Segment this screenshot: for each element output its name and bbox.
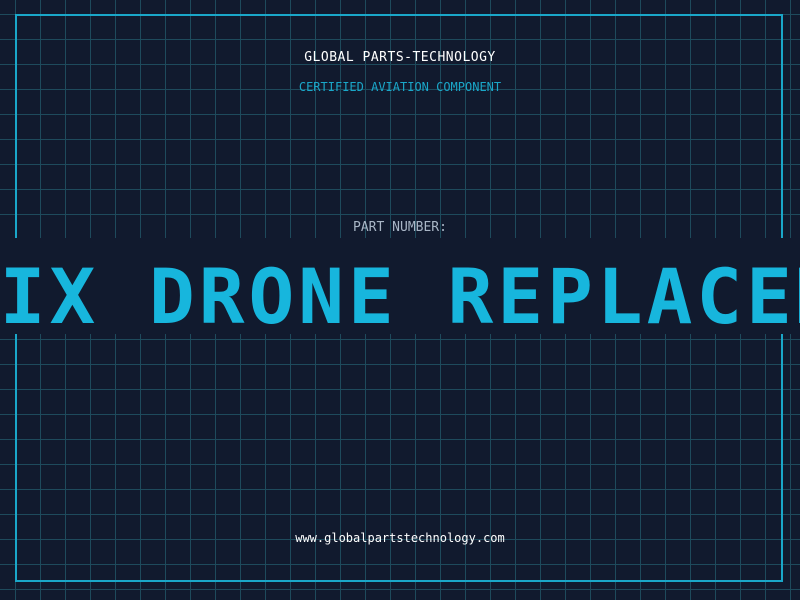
website-url: www.globalpartstechnology.com (295, 531, 505, 545)
part-number-label: PART NUMBER: (353, 220, 447, 235)
certification-tagline: CERTIFIED AVIATION COMPONENT (298, 80, 502, 94)
part-number-value: NIX DRONE REPLACEME (0, 252, 800, 341)
label-canvas: GLOBAL PARTS-TECHNOLOGY CERTIFIED AVIATI… (0, 0, 800, 600)
brand-title: GLOBAL PARTS-TECHNOLOGY (304, 50, 496, 65)
